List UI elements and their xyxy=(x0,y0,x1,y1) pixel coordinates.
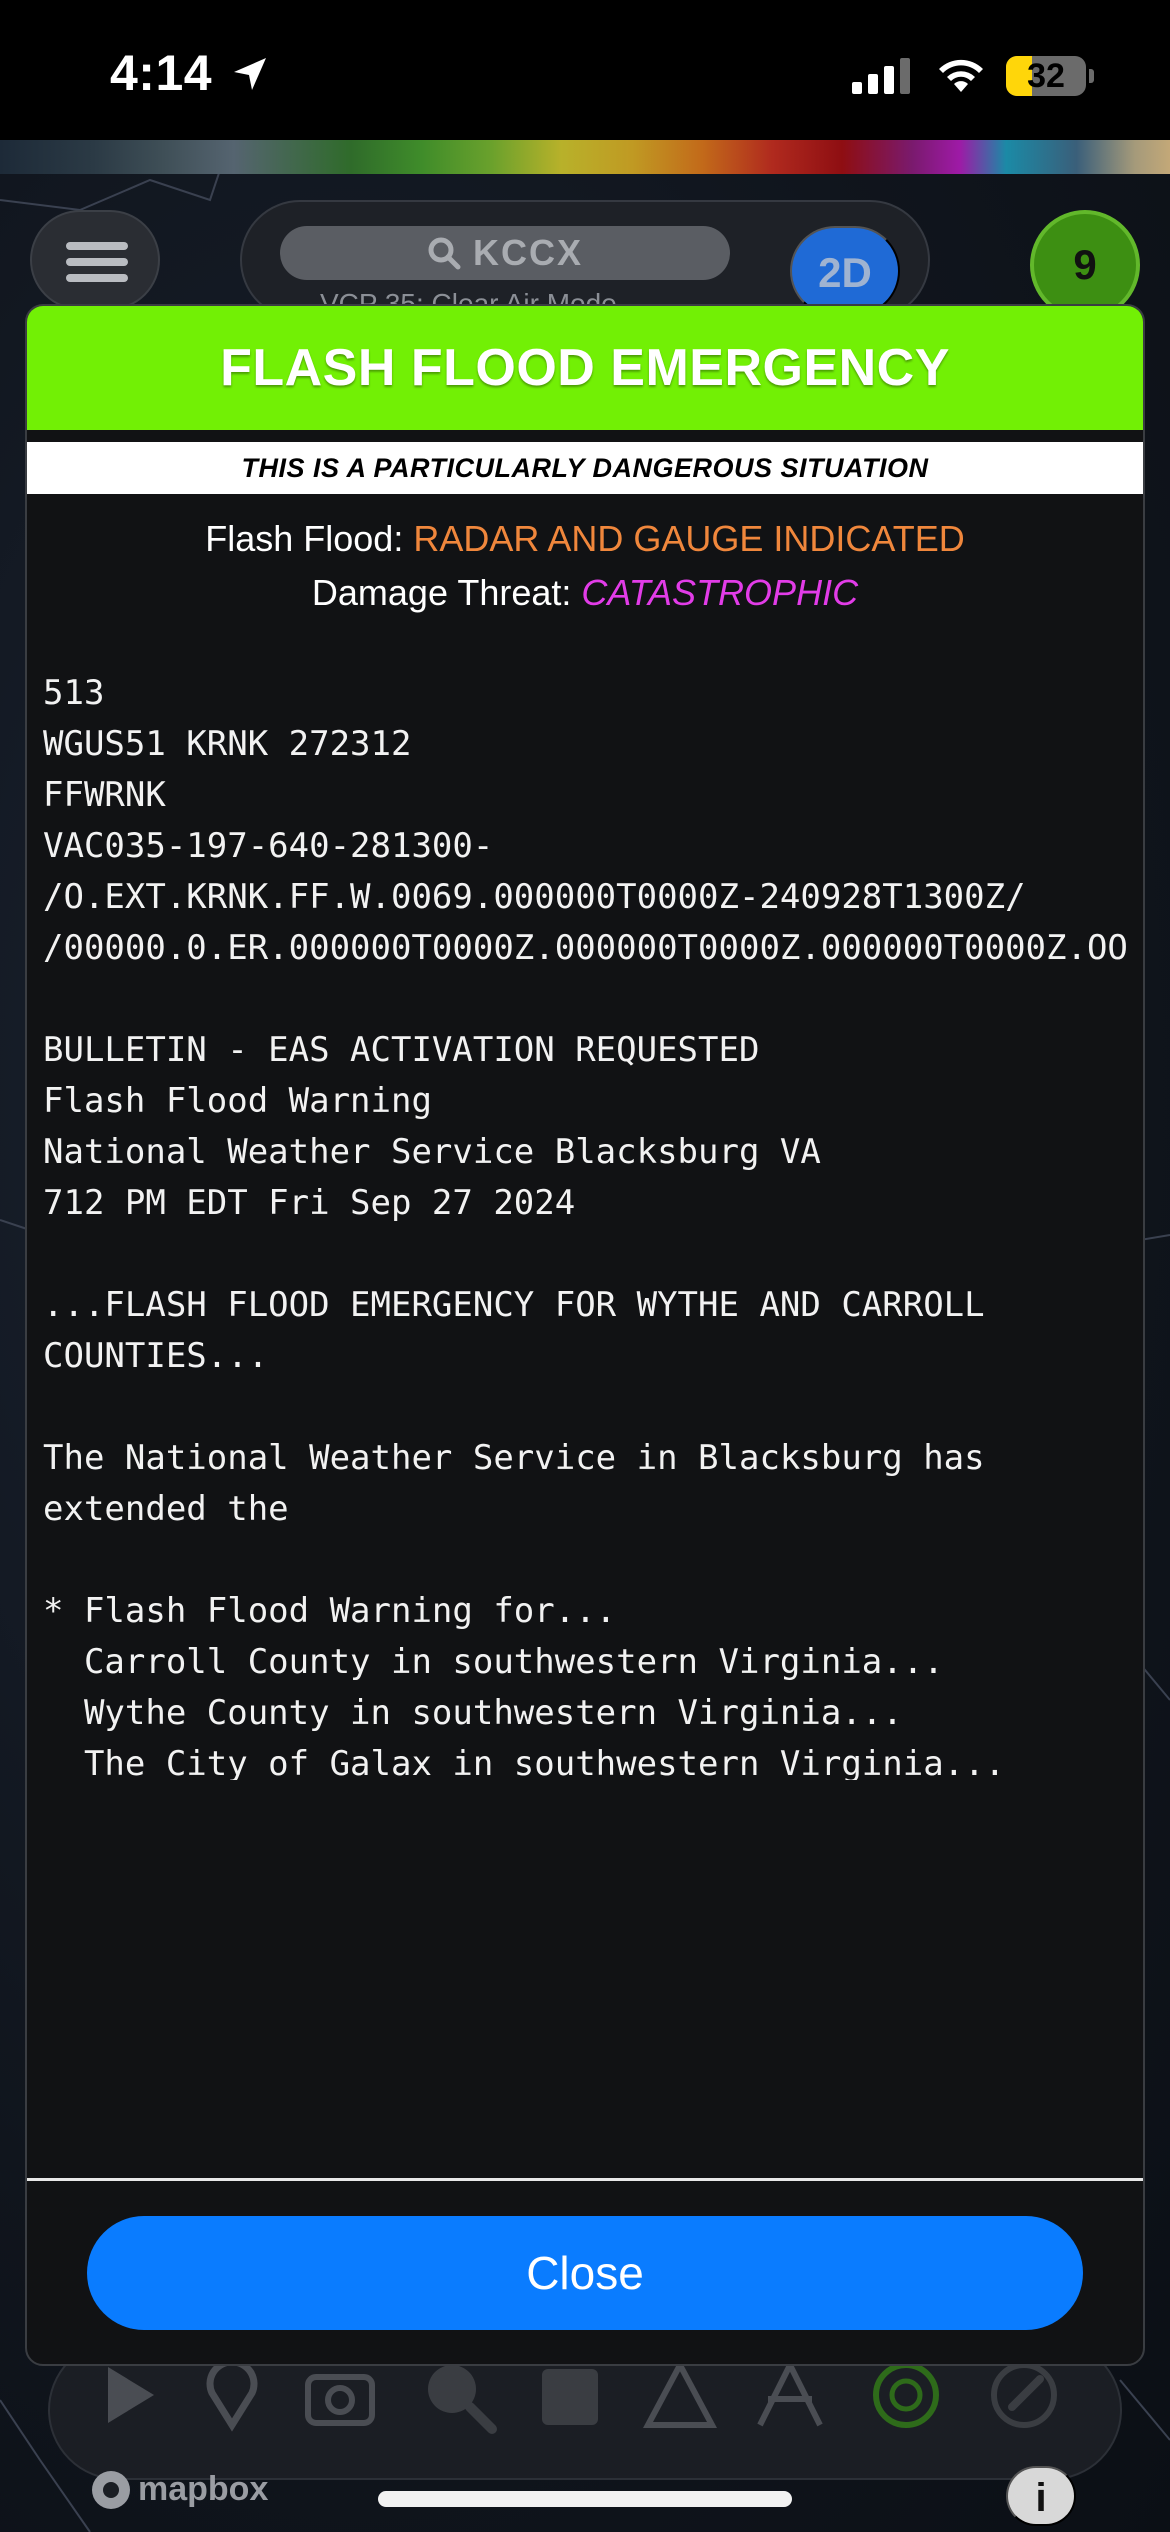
location-arrow-icon xyxy=(234,58,266,90)
mapbox-logo: mapbox xyxy=(92,2470,268,2509)
battery-level: 32 xyxy=(1027,57,1065,95)
cellular-signal-icon xyxy=(852,58,910,94)
status-time: 4:14 xyxy=(110,45,213,101)
chart-search-icon[interactable] xyxy=(418,2355,498,2435)
close-button[interactable]: Close xyxy=(87,2216,1083,2330)
wifi-icon xyxy=(939,59,983,92)
search-icon xyxy=(428,237,461,270)
map-pin-icon[interactable] xyxy=(192,2355,272,2435)
damage-threat-line: Damage Threat: CATASTROPHIC xyxy=(27,572,1143,614)
damage-threat-label: Damage Threat: xyxy=(311,572,582,613)
layers-icon[interactable] xyxy=(530,2355,610,2435)
station-id: KCCX xyxy=(472,232,583,273)
satellite-icon[interactable] xyxy=(750,2355,830,2435)
info-button[interactable]: i xyxy=(1006,2466,1076,2526)
home-indicator[interactable] xyxy=(378,2491,792,2507)
reflectivity-color-scale xyxy=(0,140,1170,174)
alert-modal: FLASH FLOOD EMERGENCY THIS IS A PARTICUL… xyxy=(25,304,1145,2366)
damage-threat-value: CATASTROPHIC xyxy=(581,572,859,613)
triangle-ruler-icon[interactable] xyxy=(640,2355,720,2435)
bulletin-text: 513 WGUS51 KRNK 272312 FFWRNK VAC035-197… xyxy=(43,673,1128,1780)
hamburger-icon-bar xyxy=(66,258,128,266)
paint-brush-icon[interactable] xyxy=(984,2355,1064,2435)
flash-flood-value: RADAR AND GAUGE INDICATED xyxy=(413,518,965,559)
status-bar: 4:14 32 xyxy=(0,0,1170,140)
hamburger-icon-bar xyxy=(66,242,128,250)
modal-divider xyxy=(27,2178,1143,2181)
alert-title: FLASH FLOOD EMERGENCY xyxy=(27,306,1143,430)
battery-charging-icon: 32 xyxy=(1006,56,1086,96)
radar-icon[interactable] xyxy=(866,2355,946,2435)
mapbox-icon xyxy=(92,2470,130,2509)
mapbox-label: mapbox xyxy=(138,2470,269,2508)
play-icon[interactable] xyxy=(90,2355,170,2435)
station-search-input[interactable]: KCCX xyxy=(280,226,730,280)
menu-button[interactable] xyxy=(30,210,160,310)
camera-icon[interactable] xyxy=(300,2355,380,2435)
view-mode-toggle[interactable]: 2D xyxy=(790,226,900,316)
bulletin-text-scroll[interactable]: 513 WGUS51 KRNK 272312 FFWRNK VAC035-197… xyxy=(43,668,1133,1780)
flash-flood-label: Flash Flood: xyxy=(205,518,414,559)
battery-cap xyxy=(1089,69,1094,83)
hamburger-icon-bar xyxy=(66,274,128,282)
flash-flood-line: Flash Flood: RADAR AND GAUGE INDICATED xyxy=(27,518,1143,560)
pds-banner: THIS IS A PARTICULARLY DANGEROUS SITUATI… xyxy=(27,442,1143,494)
